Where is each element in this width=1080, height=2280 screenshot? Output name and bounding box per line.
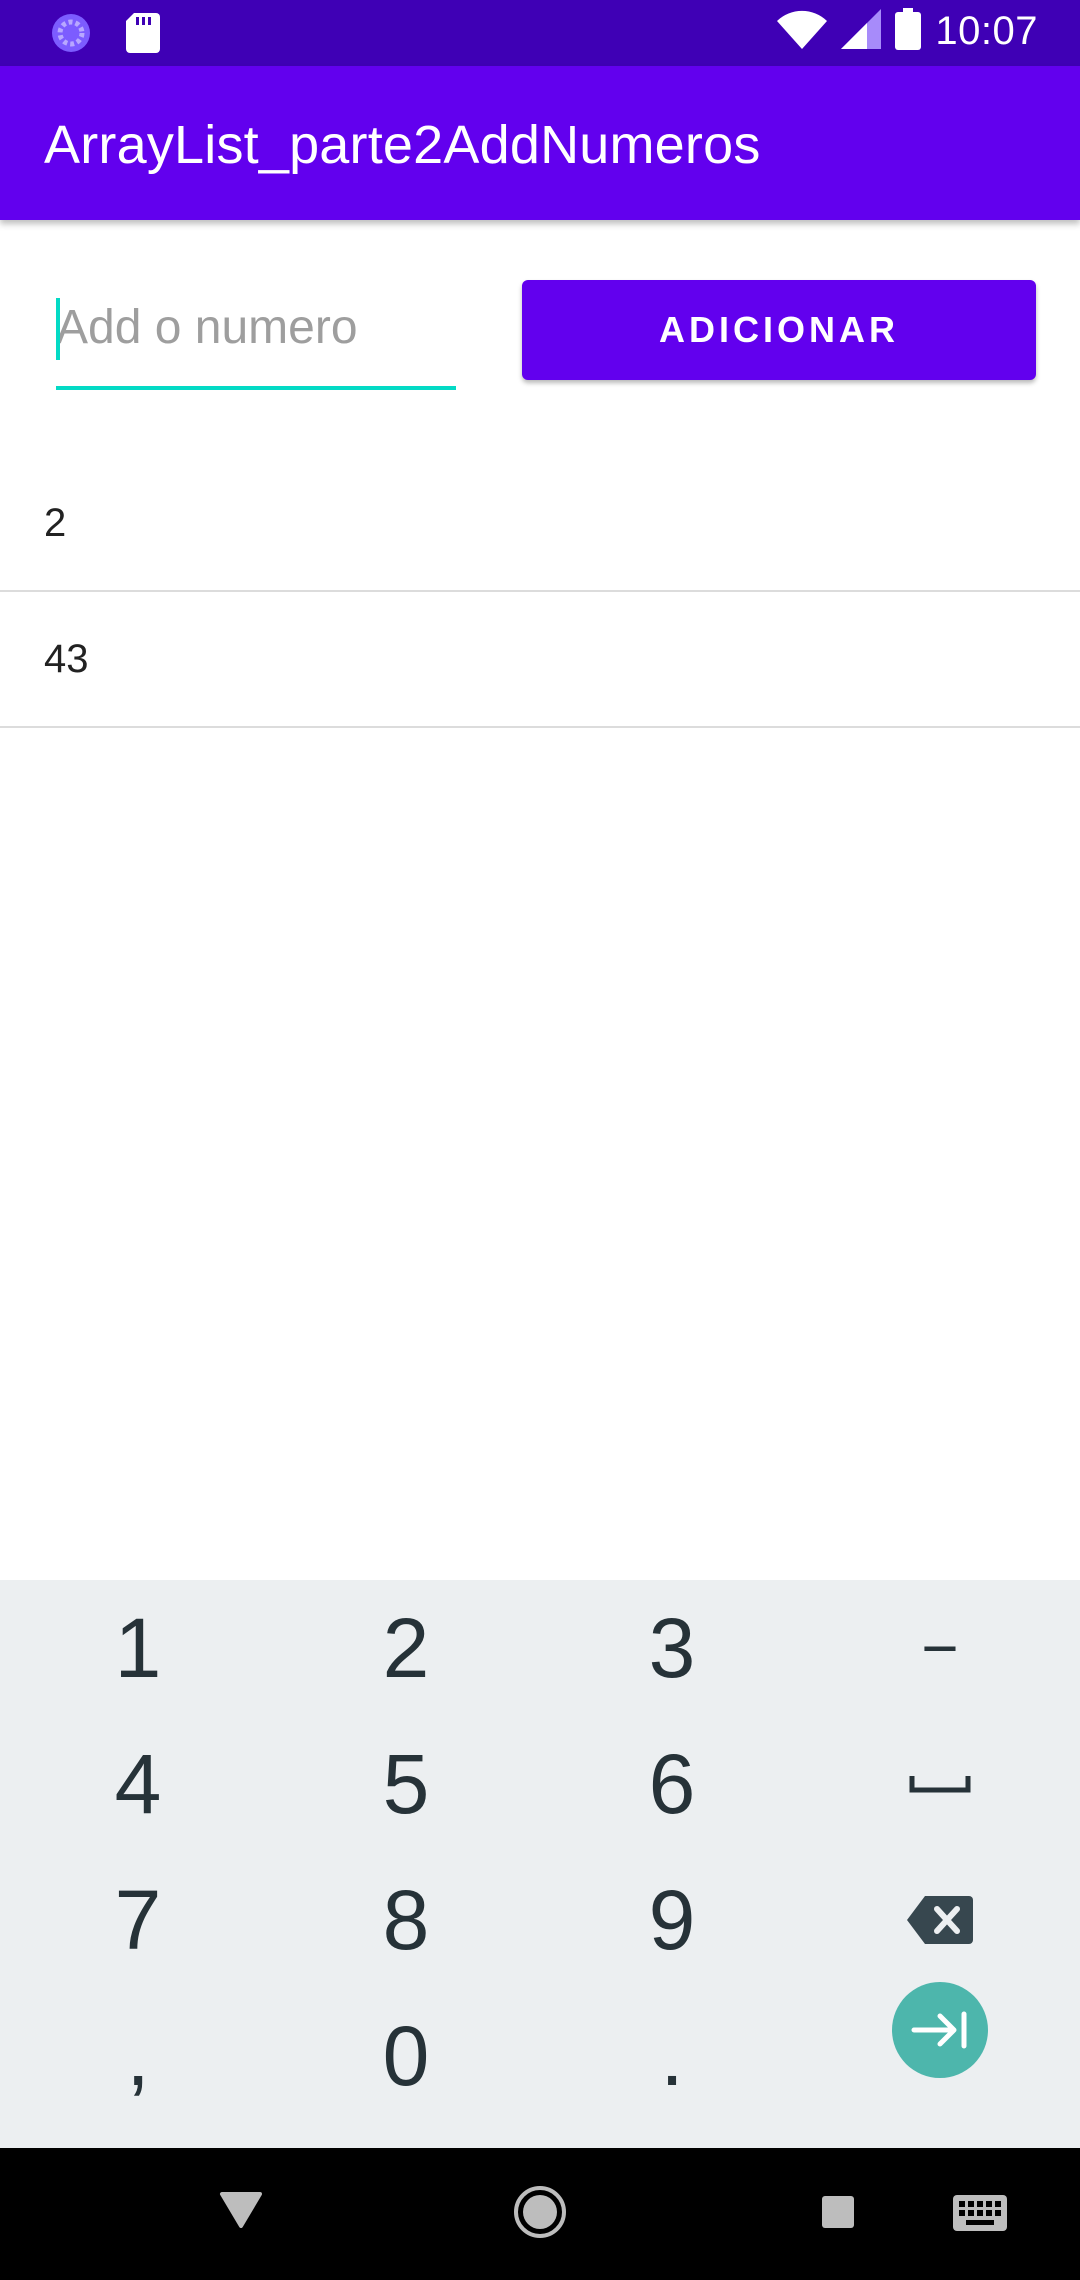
key-minus[interactable]: − [806,1580,1074,1716]
key-7[interactable]: 7 [4,1852,272,1988]
wifi-icon [777,9,828,54]
app-title: ArrayList_parte2AddNumeros [44,115,761,175]
loading-icon [50,12,92,59]
key-1[interactable]: 1 [4,1580,272,1716]
key-next[interactable] [806,1982,1074,2124]
status-time: 10:07 [935,9,1038,53]
key-3[interactable]: 3 [538,1580,806,1716]
home-icon[interactable] [512,2184,568,2245]
app-bar: ArrayList_parte2AddNumeros [0,66,1080,220]
back-icon[interactable] [218,2188,264,2233]
key-8[interactable]: 8 [272,1852,540,1988]
add-button[interactable]: ADICIONAR [522,280,1036,380]
keyboard-row: , 0 . [0,1982,1080,2124]
recent-apps-icon[interactable] [820,2194,856,2235]
battery-icon [895,8,922,55]
space-icon [909,1776,971,1793]
key-comma[interactable]: , [4,1988,272,2124]
keyboard-row: 7 8 9 [0,1852,1080,1988]
sd-card-icon [126,13,160,58]
list-item[interactable]: 43 [0,592,1080,728]
key-9[interactable]: 9 [538,1852,806,1988]
key-6[interactable]: 6 [538,1716,806,1852]
key-space[interactable] [806,1716,1074,1852]
numeric-keyboard: 1 2 3 − 4 5 6 7 8 9 , 0 . [0,1580,1080,2148]
backspace-icon [907,1896,973,1944]
key-2[interactable]: 2 [272,1580,540,1716]
keyboard-switch-icon[interactable] [952,2194,1008,2237]
number-input[interactable] [56,286,456,390]
key-4[interactable]: 4 [4,1716,272,1852]
cell-signal-icon [841,9,882,54]
tab-next-icon [911,2011,967,2049]
key-period[interactable]: . [538,1988,806,2124]
navigation-bar [0,2148,1080,2280]
key-0[interactable]: 0 [272,1988,540,2124]
key-backspace[interactable] [806,1852,1074,1988]
list-item[interactable]: 2 [0,456,1080,592]
main-content: ADICIONAR 2 43 [0,220,1080,1580]
status-bar-right: 10:07 [777,8,1038,55]
next-button[interactable] [892,1982,988,2078]
text-cursor [56,298,60,360]
key-5[interactable]: 5 [272,1716,540,1852]
number-input-wrapper [56,286,456,390]
status-bar: 10:07 [0,0,1080,66]
keyboard-row: 4 5 6 [0,1716,1080,1852]
keyboard-row: 1 2 3 − [0,1580,1080,1716]
status-bar-left [50,12,160,59]
number-list: 2 43 [0,456,1080,728]
